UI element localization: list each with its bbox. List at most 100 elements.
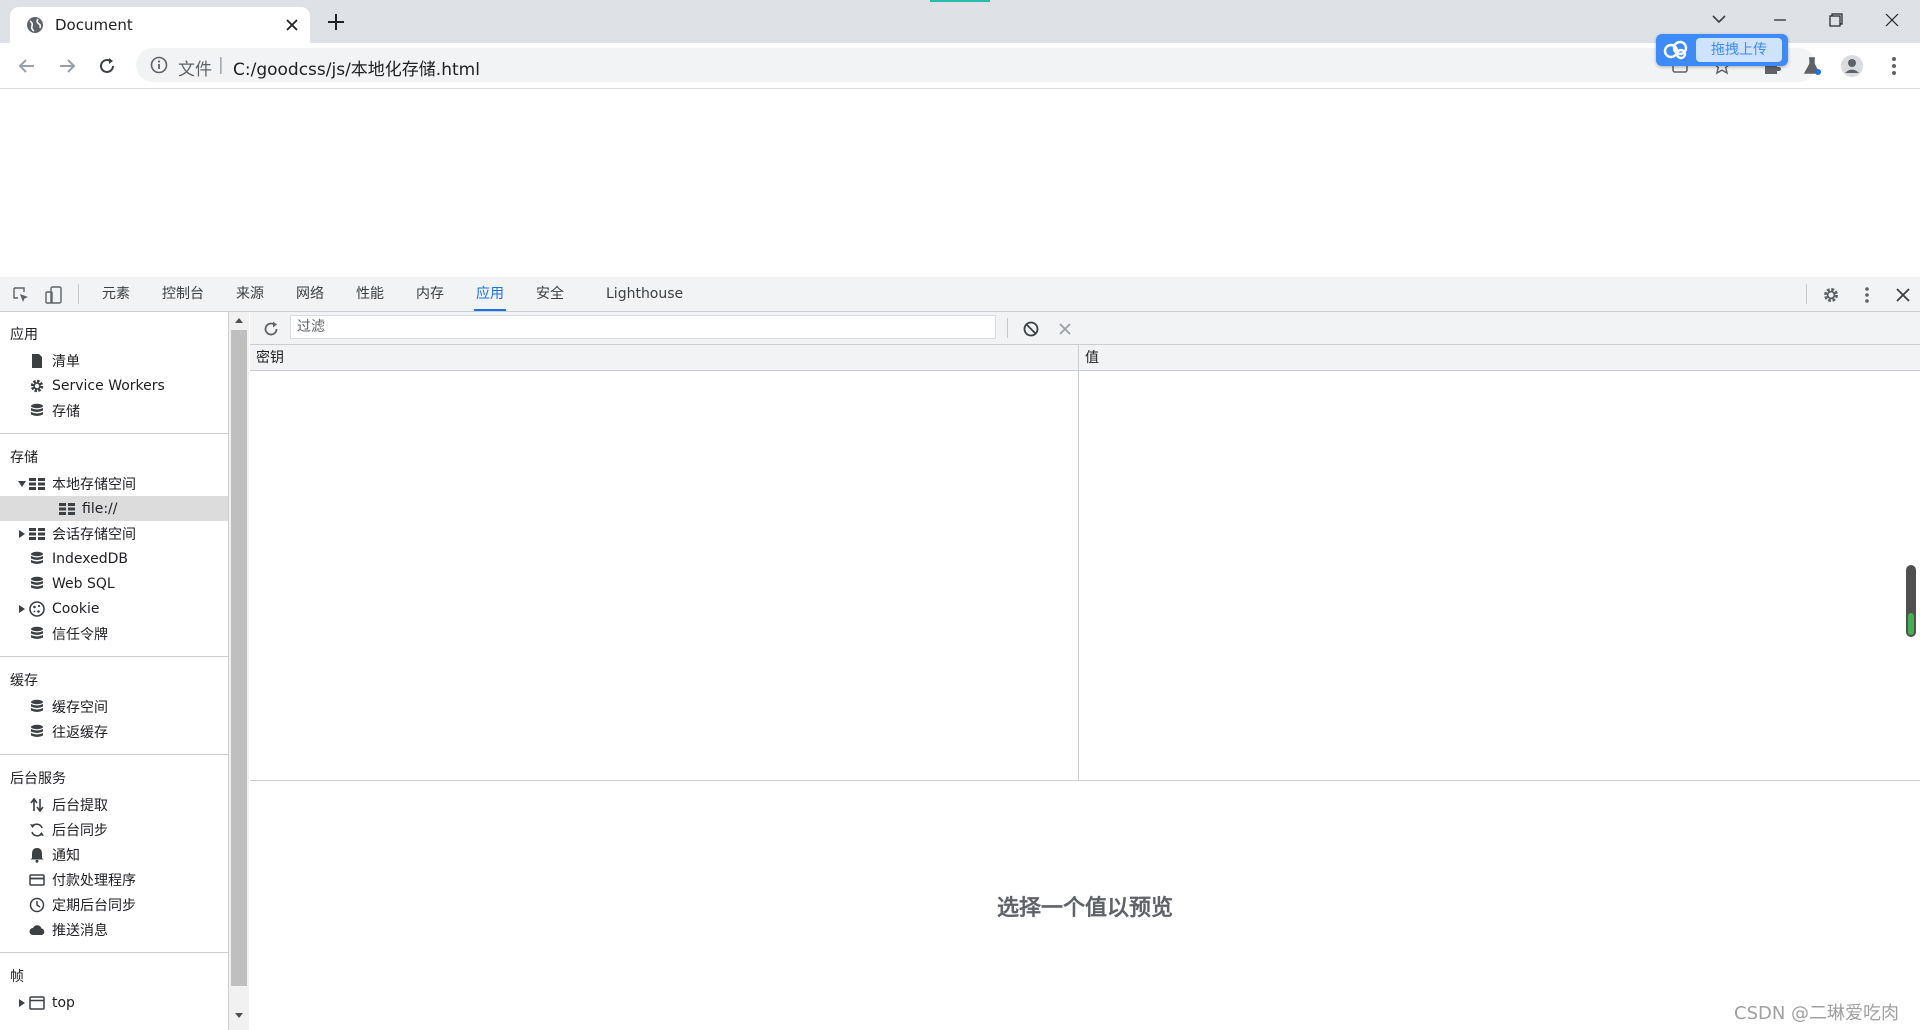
devtools-tab-4[interactable]: 性能 (354, 277, 386, 311)
sidebar-item-label: 后台提取 (52, 797, 108, 814)
table-scrollbar[interactable] (1906, 565, 1916, 637)
devtools-tab-0[interactable]: 元素 (100, 277, 132, 311)
sidebar-item[interactable]: 后台提取 (0, 792, 228, 817)
arrow-spacer (46, 503, 58, 515)
column-divider[interactable] (1078, 345, 1079, 780)
sidebar-item-label: 信任令牌 (52, 626, 108, 643)
devtools-tab-3[interactable]: 网络 (294, 277, 326, 311)
sidebar-scrollbar[interactable] (229, 312, 249, 1030)
sidebar-item[interactable]: IndexedDB (0, 546, 228, 571)
database-icon (28, 698, 46, 716)
sidebar-item[interactable]: top (0, 990, 228, 1015)
more-vert-icon[interactable] (1882, 54, 1906, 78)
address-url: C:/goodcss/js/本地化存储.html (233, 60, 480, 80)
sidebar-item[interactable]: 存储 (0, 398, 228, 423)
sidebar-item[interactable]: 会话存储空间 (0, 521, 228, 546)
address-bar[interactable]: 文件 | C:/goodcss/js/本地化存储.html (136, 48, 1816, 82)
info-icon[interactable] (150, 56, 168, 74)
database-icon (28, 575, 46, 593)
close-devtools-icon[interactable] (1892, 284, 1914, 306)
profile-avatar-icon[interactable] (1840, 54, 1864, 78)
devtools-tab-6[interactable]: 应用 (474, 277, 506, 311)
devtools-tab-2[interactable]: 来源 (234, 277, 266, 311)
close-tab-icon[interactable] (282, 15, 302, 35)
arrow-spacer (16, 824, 28, 836)
clear-all-icon[interactable] (1020, 318, 1042, 340)
browser-tab-document[interactable]: Document (10, 7, 310, 43)
delete-selected-icon[interactable] (1054, 318, 1076, 340)
accent-line (930, 0, 990, 2)
sidebar-item[interactable]: Service Workers (0, 373, 228, 398)
sidebar-item[interactable]: 付款处理程序 (0, 867, 228, 892)
triangle-right-icon[interactable] (16, 528, 28, 540)
globe-icon (26, 16, 44, 34)
refresh-icon[interactable] (260, 318, 282, 340)
devtools-tab-1[interactable]: 控制台 (160, 277, 206, 311)
back-icon[interactable] (14, 53, 40, 79)
inspect-element-icon[interactable] (10, 284, 32, 306)
column-header-key[interactable]: 密钥 (250, 345, 1078, 371)
device-toolbar-icon[interactable] (43, 284, 65, 306)
devtools-tab-8[interactable]: Lighthouse (606, 277, 683, 311)
sidebar-item[interactable]: 往返缓存 (0, 719, 228, 744)
reload-icon[interactable] (94, 53, 120, 79)
new-tab-icon[interactable] (324, 10, 348, 34)
sidebar-item-label: 会话存储空间 (52, 526, 136, 543)
sidebar-item-label: file:// (82, 500, 118, 517)
sidebar-item-label: 定期后台同步 (52, 897, 136, 914)
sidebar-item[interactable]: Web SQL (0, 571, 228, 596)
sidebar-item[interactable]: file:// (0, 496, 228, 521)
address-separator: | (218, 55, 224, 75)
settings-gear-icon[interactable] (1820, 284, 1842, 306)
devtools-tab-7[interactable]: 安全 (534, 277, 566, 311)
sidebar-item-label: top (52, 994, 75, 1011)
more-vert-icon[interactable] (1856, 284, 1878, 306)
sidebar-item[interactable]: 清单 (0, 348, 228, 373)
cloud-icon (1662, 40, 1690, 60)
grid-icon (28, 475, 46, 493)
close-window-icon[interactable] (1864, 0, 1920, 40)
sidebar-item-label: 本地存储空间 (52, 476, 136, 493)
arrow-spacer (16, 553, 28, 565)
scrollbar-thumb[interactable] (231, 330, 247, 986)
scroll-down-icon[interactable] (234, 1012, 244, 1020)
triangle-right-icon[interactable] (16, 997, 28, 1009)
sidebar-item[interactable]: Cookie (0, 596, 228, 621)
forward-icon[interactable] (54, 53, 80, 79)
address-scheme: 文件 (178, 60, 212, 80)
sidebar-item[interactable]: 本地存储空间 (0, 471, 228, 496)
sidebar-item[interactable]: 推送消息 (0, 917, 228, 942)
chevron-down-icon[interactable] (1708, 8, 1730, 30)
column-header-value[interactable]: 值 (1079, 345, 1920, 371)
sidebar-section-title: 存储 (10, 450, 38, 466)
sidebar-item-label: 缓存空间 (52, 699, 108, 716)
toolbar-divider (1806, 284, 1807, 304)
sidebar-item[interactable]: 后台同步 (0, 817, 228, 842)
sidebar-item-label: 后台同步 (52, 822, 108, 839)
triangle-right-icon[interactable] (16, 603, 28, 615)
triangle-down-icon[interactable] (16, 478, 28, 490)
arrow-spacer (16, 380, 28, 392)
arrow-spacer (16, 924, 28, 936)
sidebar-item-label: Cookie (52, 600, 100, 617)
sidebar-item[interactable]: 通知 (0, 842, 228, 867)
sidebar-item[interactable]: 缓存空间 (0, 694, 228, 719)
sidebar-item[interactable]: 信任令牌 (0, 621, 228, 646)
clock-icon (28, 896, 46, 914)
grid-icon (28, 525, 46, 543)
scroll-up-icon[interactable] (234, 316, 244, 324)
arrow-spacer (16, 726, 28, 738)
bell-icon (28, 846, 46, 864)
drag-upload-label: 拖拽上传 (1696, 38, 1782, 62)
flask-icon[interactable] (1800, 54, 1824, 78)
sidebar-item[interactable]: 定期后台同步 (0, 892, 228, 917)
sidebar-item-label: Service Workers (52, 377, 165, 394)
drag-upload-widget[interactable]: 拖拽上传 (1656, 34, 1788, 66)
filter-input[interactable] (290, 315, 996, 339)
sidebar-section-title: 后台服务 (10, 771, 66, 787)
arrow-spacer (16, 899, 28, 911)
restore-icon[interactable] (1808, 0, 1864, 40)
sidebar-divider (0, 952, 228, 953)
devtools-tab-5[interactable]: 内存 (414, 277, 446, 311)
storage-toolbar (250, 312, 1920, 345)
